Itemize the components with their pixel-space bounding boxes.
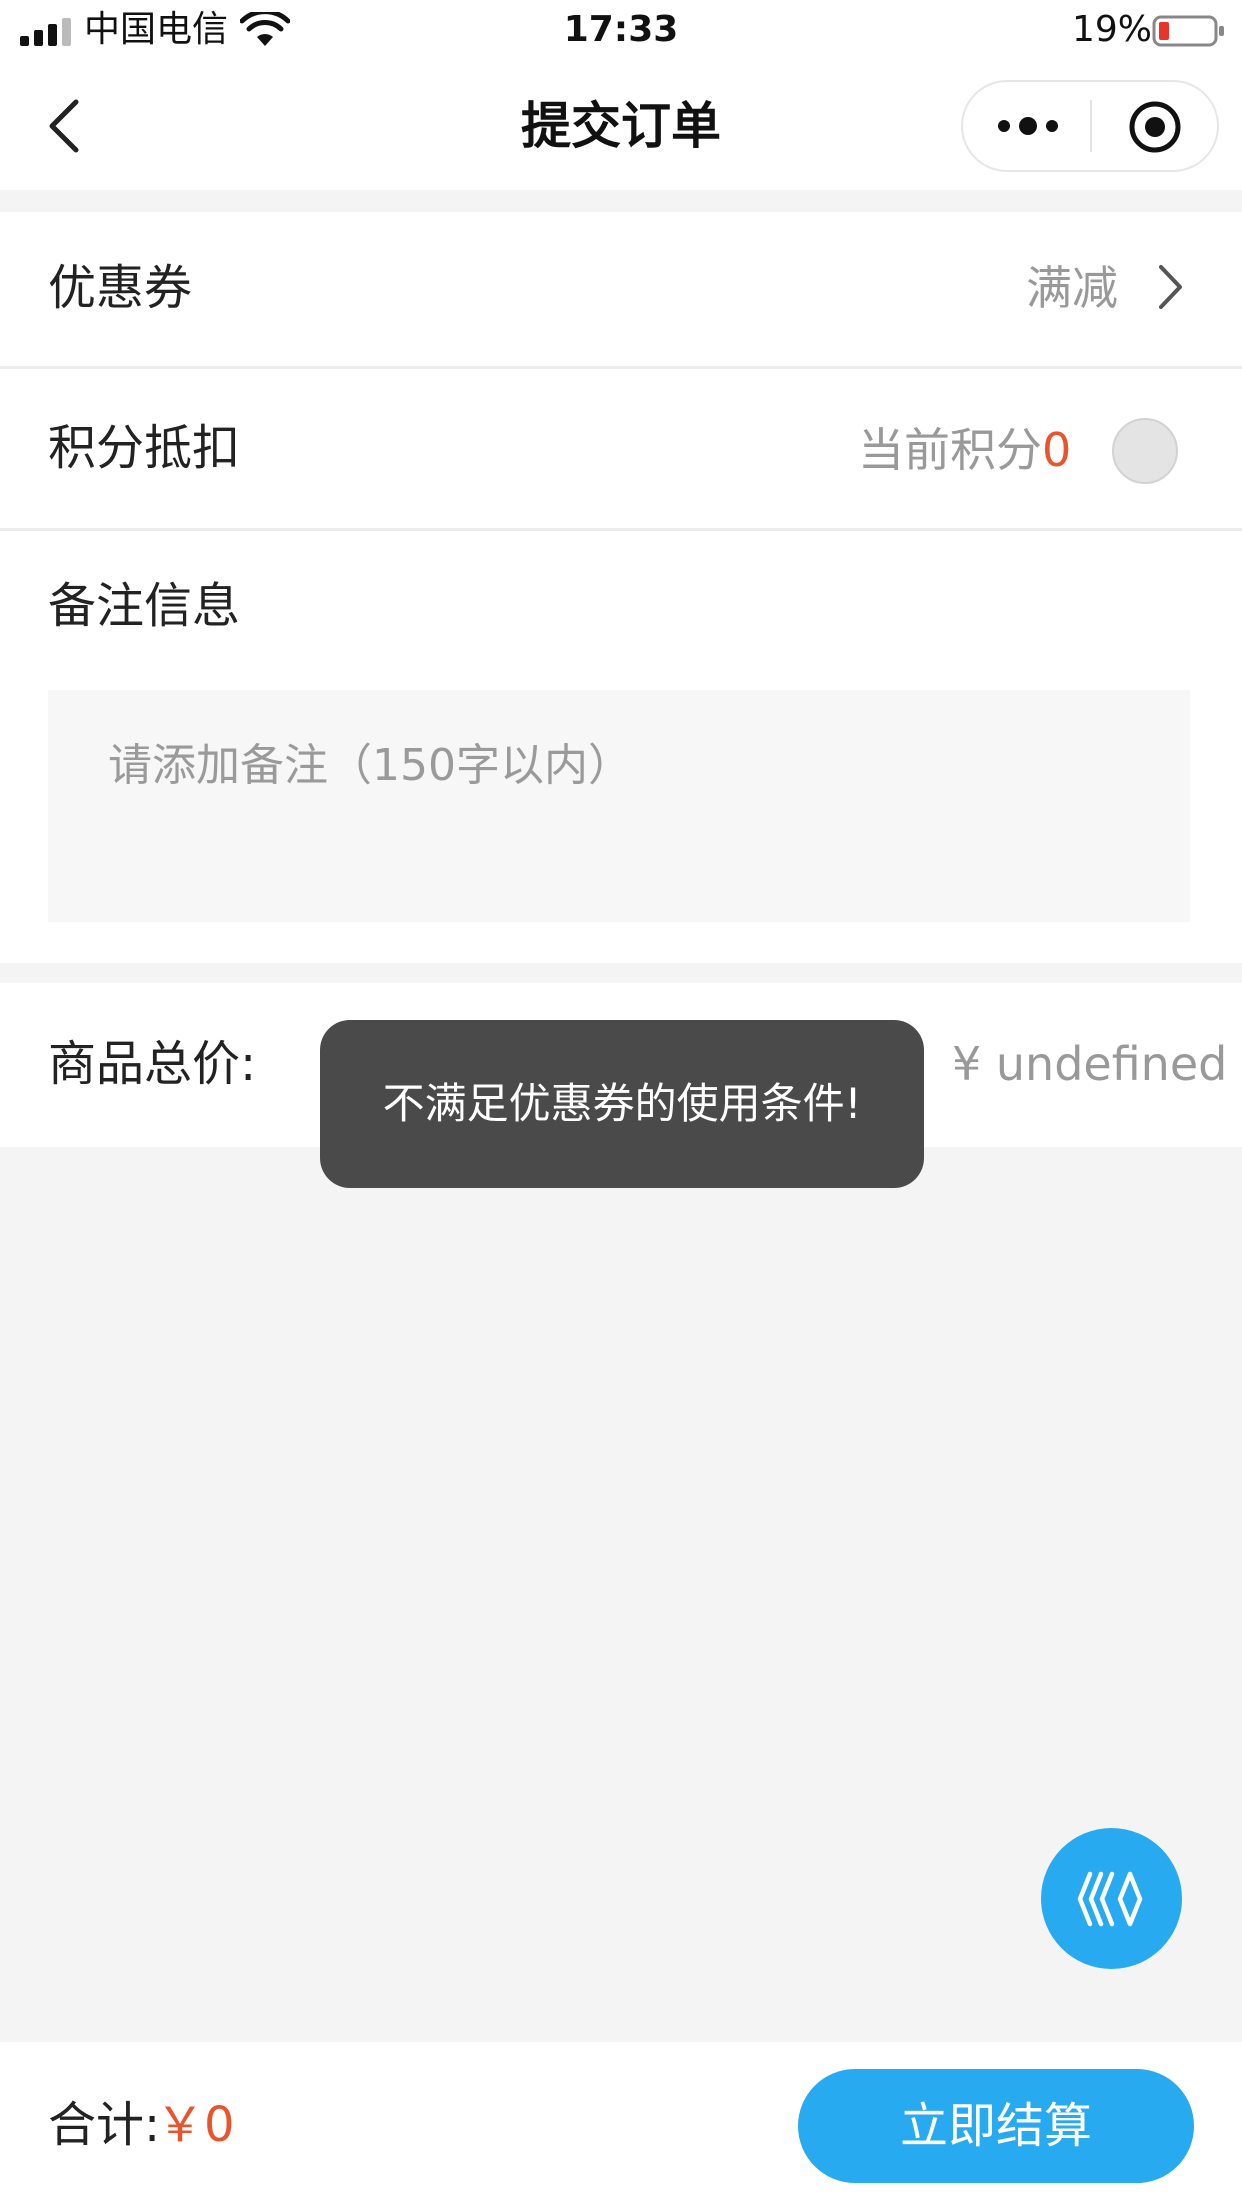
battery-icon <box>1152 15 1224 47</box>
coupon-value: 满减 <box>1026 261 1118 315</box>
battery-percent: 19% <box>1072 9 1153 50</box>
current-points-label: 当前积分 <box>858 423 1042 477</box>
remark-input[interactable] <box>48 690 1190 922</box>
points-label: 积分抵扣 <box>48 420 241 476</box>
toast-message: 不满足优惠券的使用条件! <box>382 1079 862 1128</box>
status-time: 17:33 <box>563 9 679 50</box>
remark-box <box>48 690 1190 922</box>
remark-label: 备注信息 <box>48 578 241 634</box>
total-value: ￥0 <box>156 2097 235 2153</box>
checkout-button[interactable]: 立即结算 <box>798 2069 1194 2183</box>
brand-logo-icon <box>1077 1871 1143 1927</box>
more-dots-icon[interactable] <box>996 112 1060 140</box>
total-label: 合计: <box>48 2097 161 2153</box>
points-toggle[interactable] <box>1112 418 1178 484</box>
chevron-right-icon <box>1159 265 1182 309</box>
coupon-label: 优惠券 <box>48 260 193 316</box>
close-target-icon[interactable] <box>1128 100 1182 154</box>
capsule-divider <box>1090 100 1092 152</box>
points-info: 当前积分0 <box>858 420 1071 480</box>
goods-total-label: 商品总价: <box>48 1036 257 1092</box>
current-points-value: 0 <box>1042 423 1072 477</box>
goods-total-value: ¥ undefined <box>952 1037 1228 1091</box>
